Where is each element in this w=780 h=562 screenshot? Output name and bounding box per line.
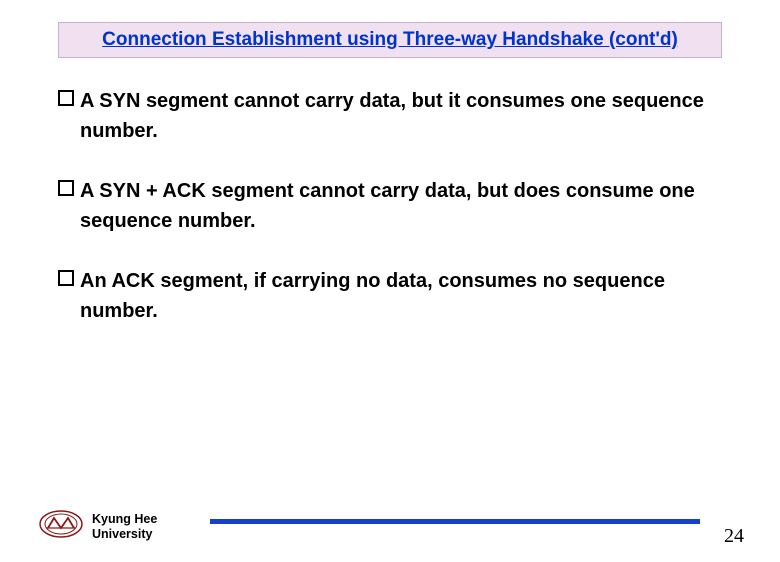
page-number: 24: [724, 525, 744, 548]
slide-title-bar: Connection Establishment using Three-way…: [58, 22, 722, 58]
university-name-line1: Kyung Hee: [92, 512, 157, 527]
square-bullet-icon: [58, 270, 74, 291]
university-logo-icon: [38, 509, 84, 544]
bullet-text: An ACK segment, if carrying no data, con…: [80, 266, 722, 326]
bullet-item: A SYN segment cannot carry data, but it …: [58, 86, 722, 146]
slide-title: Connection Establishment using Three-way…: [102, 29, 678, 50]
bullet-text: A SYN + ACK segment cannot carry data, b…: [80, 176, 722, 236]
footer: Kyung Hee University 24: [0, 500, 780, 550]
square-bullet-icon: [58, 180, 74, 201]
bullet-text: A SYN segment cannot carry data, but it …: [80, 86, 722, 146]
square-bullet-icon: [58, 90, 74, 111]
bullet-item: A SYN + ACK segment cannot carry data, b…: [58, 176, 722, 236]
content-area: A SYN segment cannot carry data, but it …: [0, 86, 780, 326]
footer-divider: [210, 519, 700, 524]
university-name: Kyung Hee University: [92, 512, 157, 542]
bullet-item: An ACK segment, if carrying no data, con…: [58, 266, 722, 326]
